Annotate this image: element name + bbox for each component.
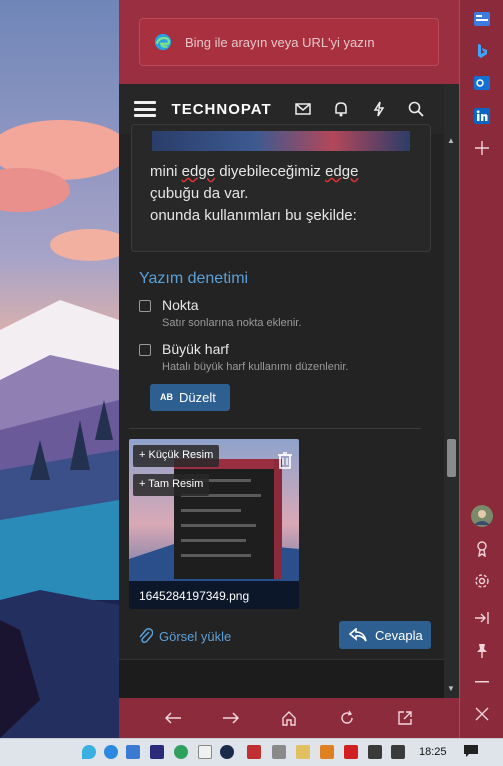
settings-gear-icon[interactable] [472, 571, 492, 591]
avatar[interactable] [471, 505, 493, 527]
app-icon[interactable] [272, 745, 286, 759]
post-preview: mini edge diyebileceğimiz edge çubuğu da… [131, 124, 431, 252]
bing-icon[interactable] [472, 41, 492, 61]
mail-icon[interactable] [294, 99, 314, 119]
vlc-icon[interactable] [320, 745, 334, 759]
close-icon[interactable] [472, 704, 492, 724]
scroll-down-arrow-icon[interactable]: ▼ [447, 684, 455, 693]
antivirus-icon[interactable] [344, 745, 358, 759]
minimize-icon[interactable] [472, 672, 492, 692]
linkedin-icon[interactable] [472, 106, 492, 126]
add-icon[interactable] [472, 138, 492, 158]
search-icon[interactable] [406, 99, 426, 119]
address-area: Bing ile arayın veya URL'yi yazın [119, 0, 459, 84]
buyuk-harf-checkbox[interactable] [139, 344, 151, 356]
upload-label: Görsel yükle [159, 628, 232, 644]
trophy-icon[interactable] [472, 539, 492, 559]
site-logo[interactable]: TECHNOPAT [172, 101, 272, 118]
taskbar-clock[interactable]: 18:25 [419, 746, 447, 758]
edge-taskbar-icon[interactable] [104, 745, 118, 759]
spellcheck-icon: AB [160, 392, 173, 402]
divider [129, 428, 421, 429]
reply-icon [349, 628, 367, 642]
option-desc: Hatalı büyük harf kullanımı düzenlenir. [162, 361, 349, 373]
discover-icon[interactable] [472, 9, 492, 29]
usb-icon[interactable] [296, 745, 310, 759]
edge-logo-icon [154, 33, 172, 51]
spellcheck-title: Yazım denetimi [139, 270, 249, 287]
paperclip-icon [139, 628, 153, 644]
web-page: TECHNOPAT mini edge diyebileceğimiz edge… [119, 84, 459, 698]
utorrent-icon[interactable] [174, 745, 188, 759]
exit-icon[interactable] [472, 608, 492, 628]
browser-nav-bar [119, 698, 459, 738]
notification-icon[interactable] [463, 744, 479, 758]
option-label: Nokta [162, 297, 199, 313]
open-in-new-icon[interactable] [395, 708, 415, 728]
home-icon[interactable] [279, 708, 299, 728]
forward-icon[interactable] [221, 708, 241, 728]
monitor-icon[interactable] [150, 745, 164, 759]
fix-button[interactable]: AB Düzelt [150, 384, 230, 411]
store-icon[interactable] [126, 745, 140, 759]
steam-icon[interactable] [220, 745, 234, 759]
address-bar[interactable]: Bing ile arayın veya URL'yi yazın [139, 18, 439, 66]
attachment-filename: 1645284197349.png [129, 581, 299, 609]
bell-icon[interactable] [331, 99, 351, 119]
option-label: Büyük harf [162, 341, 229, 357]
trash-icon[interactable] [277, 451, 293, 469]
attachment-thumbnail[interactable]: + Küçük Resim + Tam Resim 1645284197349.… [129, 439, 299, 609]
post-text: mini edge diyebileceğimiz edge çubuğu da… [150, 163, 359, 224]
editor-content: mini edge diyebileceğimiz edge çubuğu da… [119, 124, 444, 698]
water-drop-icon[interactable] [82, 745, 96, 759]
edge-sidebar-strip [459, 0, 503, 738]
taskbar: 18:25 [0, 738, 503, 766]
lightning-icon[interactable] [369, 99, 389, 119]
insert-small-image-button[interactable]: + Küçük Resim [133, 445, 220, 467]
fix-button-label: Düzelt [179, 390, 216, 405]
edge-sidebar-window: Bing ile arayın veya URL'yi yazın TECHNO… [119, 0, 459, 738]
reply-button[interactable]: Cevapla [339, 621, 431, 649]
next-section [119, 659, 444, 698]
copy-icon[interactable] [198, 745, 212, 759]
pin-icon[interactable] [472, 641, 492, 661]
post-image [152, 131, 410, 151]
upload-image-link[interactable]: Görsel yükle [139, 628, 231, 644]
reply-label: Cevapla [375, 627, 423, 643]
refresh-icon[interactable] [337, 708, 357, 728]
volume-icon[interactable] [391, 745, 405, 759]
page-scrollbar[interactable]: ▲ ▼ [444, 84, 459, 698]
scroll-thumb[interactable] [447, 439, 456, 477]
hamburger-menu-icon[interactable] [134, 101, 156, 117]
insert-full-image-button[interactable]: + Tam Resim [133, 474, 210, 496]
outlook-icon[interactable] [472, 73, 492, 93]
scroll-up-arrow-icon[interactable]: ▲ [447, 136, 455, 145]
nokta-checkbox[interactable] [139, 300, 151, 312]
network-icon[interactable] [368, 745, 382, 759]
amd-icon[interactable] [247, 745, 261, 759]
option-desc: Satır sonlarına nokta eklenir. [162, 317, 302, 329]
back-icon[interactable] [163, 708, 183, 728]
address-placeholder: Bing ile arayın veya URL'yi yazın [185, 34, 375, 50]
